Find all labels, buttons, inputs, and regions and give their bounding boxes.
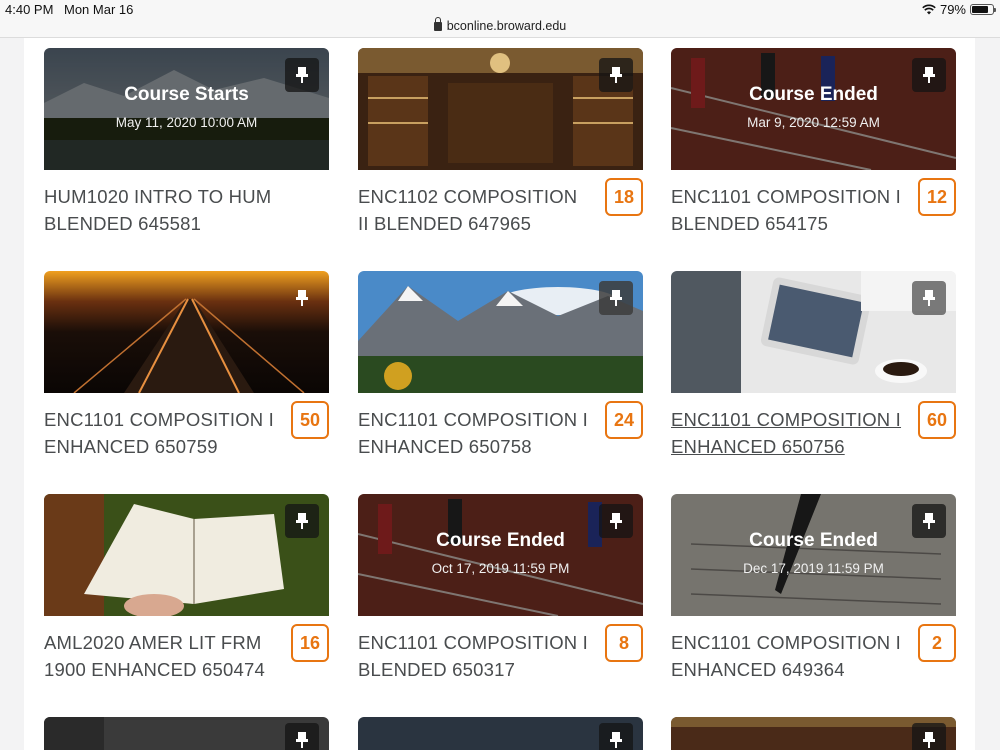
- unread-count-badge[interactable]: 50: [291, 401, 329, 439]
- lock-icon: [433, 17, 442, 31]
- pin-button[interactable]: [285, 504, 319, 538]
- course-title[interactable]: ENC1101 COMPOSITION I ENHANCED 650758: [358, 406, 593, 460]
- status-bar: 4:40 PM Mon Mar 16 bconline.broward.edu …: [0, 0, 1000, 38]
- unread-count-badge[interactable]: 16: [291, 624, 329, 662]
- pin-icon: [296, 67, 308, 83]
- pin-button[interactable]: [912, 281, 946, 315]
- pin-button[interactable]: [912, 58, 946, 92]
- course-title[interactable]: ENC1102 COMPOSITION II BLENDED 647965: [358, 183, 593, 237]
- course-card[interactable]: AML2020 AMER LIT FRM 1900 ENHANCED 65047…: [44, 494, 329, 680]
- course-card[interactable]: [671, 717, 956, 750]
- pin-button[interactable]: [599, 504, 633, 538]
- course-title[interactable]: HUM1020 INTRO TO HUM BLENDED 645581: [44, 183, 279, 237]
- course-image[interactable]: Course Ended Mar 9, 2020 12:59 AM: [671, 48, 956, 170]
- course-card[interactable]: [358, 717, 643, 750]
- course-title[interactable]: ENC1101 COMPOSITION I ENHANCED 650759: [44, 406, 279, 460]
- pin-icon: [610, 513, 622, 529]
- pin-button[interactable]: [285, 281, 319, 315]
- course-status-date: Dec 17, 2019 11:59 PM: [743, 561, 884, 576]
- course-image[interactable]: [44, 271, 329, 393]
- battery-percent: 79%: [939, 2, 966, 17]
- course-image[interactable]: [358, 271, 643, 393]
- pin-button[interactable]: [599, 281, 633, 315]
- course-card[interactable]: Course Ended Oct 17, 2019 11:59 PM ENC11…: [358, 494, 643, 680]
- course-image[interactable]: [671, 717, 956, 750]
- course-card[interactable]: ENC1102 COMPOSITION II BLENDED 647965 18: [358, 48, 643, 234]
- course-status-date: Mar 9, 2020 12:59 AM: [747, 115, 880, 130]
- course-status-date: May 11, 2020 10:00 AM: [115, 115, 258, 130]
- unread-count-badge[interactable]: 18: [605, 178, 643, 216]
- pin-button[interactable]: [285, 723, 319, 750]
- course-image[interactable]: Course Ended Oct 17, 2019 11:59 PM: [358, 494, 643, 616]
- status-time: 4:40 PM: [5, 2, 54, 17]
- battery-icon: [970, 4, 996, 15]
- course-card[interactable]: ENC1101 COMPOSITION I ENHANCED 650756 60: [671, 271, 956, 457]
- course-status-date: Oct 17, 2019 11:59 PM: [431, 561, 570, 576]
- course-title[interactable]: AML2020 AMER LIT FRM 1900 ENHANCED 65047…: [44, 629, 279, 683]
- wifi-icon: [922, 4, 936, 15]
- course-card[interactable]: ENC1101 COMPOSITION I ENHANCED 650759 50: [44, 271, 329, 457]
- pin-button[interactable]: [285, 58, 319, 92]
- course-image[interactable]: [358, 48, 643, 170]
- pin-icon: [610, 732, 622, 748]
- course-card[interactable]: Course Ended Mar 9, 2020 12:59 AM ENC110…: [671, 48, 956, 234]
- pin-icon: [923, 67, 935, 83]
- course-card[interactable]: ENC1101 COMPOSITION I ENHANCED 650758 24: [358, 271, 643, 457]
- pin-button[interactable]: [912, 723, 946, 750]
- unread-count-badge[interactable]: 12: [918, 178, 956, 216]
- course-title[interactable]: ENC1101 COMPOSITION I BLENDED 654175: [671, 183, 906, 237]
- pin-icon: [610, 290, 622, 306]
- course-grid: Course Starts May 11, 2020 10:00 AM HUM1…: [24, 38, 975, 750]
- pin-icon: [296, 732, 308, 748]
- course-title[interactable]: ENC1101 COMPOSITION I ENHANCED 649364: [671, 629, 906, 683]
- status-date: Mon Mar 16: [64, 2, 134, 17]
- unread-count-badge[interactable]: 2: [918, 624, 956, 662]
- pin-icon: [610, 67, 622, 83]
- pin-icon: [923, 732, 935, 748]
- course-image[interactable]: [44, 494, 329, 616]
- course-image[interactable]: Course Starts May 11, 2020 10:00 AM: [44, 48, 329, 170]
- battery-fill: [972, 6, 988, 13]
- course-title[interactable]: ENC1101 COMPOSITION I BLENDED 650317: [358, 629, 593, 683]
- course-image[interactable]: [671, 271, 956, 393]
- unread-count-badge[interactable]: 24: [605, 401, 643, 439]
- pin-icon: [296, 513, 308, 529]
- course-image[interactable]: Course Ended Dec 17, 2019 11:59 PM: [671, 494, 956, 616]
- pin-button[interactable]: [912, 504, 946, 538]
- unread-count-badge[interactable]: 8: [605, 624, 643, 662]
- unread-count-badge[interactable]: 60: [918, 401, 956, 439]
- course-card[interactable]: [44, 717, 329, 750]
- course-card[interactable]: Course Starts May 11, 2020 10:00 AM HUM1…: [44, 48, 329, 234]
- course-image[interactable]: [358, 717, 643, 750]
- course-image[interactable]: [44, 717, 329, 750]
- status-indicators: 79%: [922, 2, 996, 17]
- address-bar[interactable]: bconline.broward.edu: [0, 17, 1000, 33]
- url-text: bconline.broward.edu: [446, 19, 567, 33]
- pin-icon: [923, 290, 935, 306]
- pin-icon: [923, 513, 935, 529]
- pin-button[interactable]: [599, 723, 633, 750]
- pin-button[interactable]: [599, 58, 633, 92]
- course-title[interactable]: ENC1101 COMPOSITION I ENHANCED 650756: [671, 406, 906, 460]
- pin-icon: [296, 290, 308, 306]
- course-card[interactable]: Course Ended Dec 17, 2019 11:59 PM ENC11…: [671, 494, 956, 680]
